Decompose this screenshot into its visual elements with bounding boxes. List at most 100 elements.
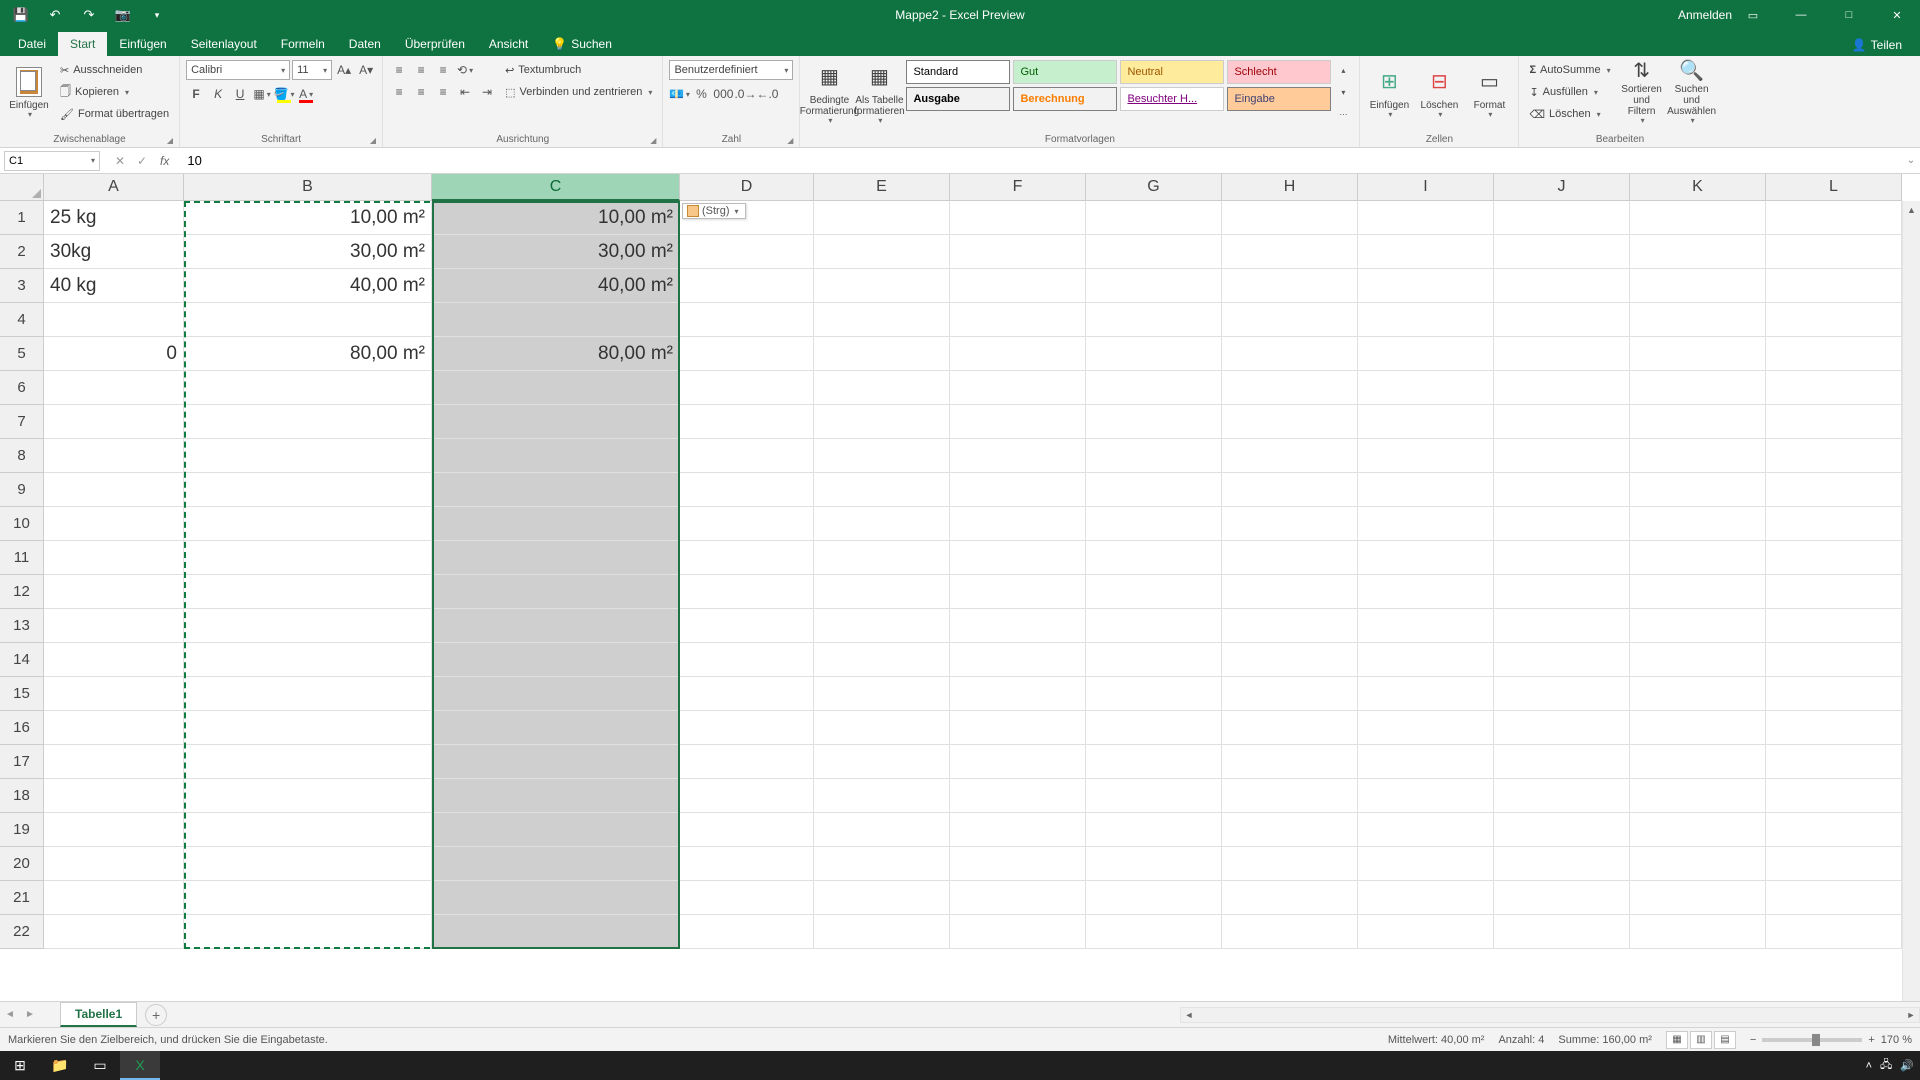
cell-F5[interactable] — [950, 337, 1086, 371]
cell-G5[interactable] — [1086, 337, 1222, 371]
cell-F21[interactable] — [950, 881, 1086, 915]
cell-B18[interactable] — [184, 779, 432, 813]
cell-E18[interactable] — [814, 779, 950, 813]
cell-L13[interactable] — [1766, 609, 1902, 643]
launcher-icon[interactable]: ◢ — [167, 136, 173, 145]
cell-C20[interactable] — [432, 847, 680, 881]
cell-C14[interactable] — [432, 643, 680, 677]
cell-I21[interactable] — [1358, 881, 1494, 915]
view-page-break-icon[interactable]: ▤ — [1714, 1031, 1736, 1049]
excel-taskbar-icon[interactable]: X — [120, 1051, 160, 1080]
cell-A18[interactable] — [44, 779, 184, 813]
cell-H8[interactable] — [1222, 439, 1358, 473]
cell-L11[interactable] — [1766, 541, 1902, 575]
cell-D16[interactable] — [680, 711, 814, 745]
cell-J2[interactable] — [1494, 235, 1630, 269]
tab-next-icon[interactable]: ► — [20, 1005, 40, 1025]
cell-G19[interactable] — [1086, 813, 1222, 847]
cell-D6[interactable] — [680, 371, 814, 405]
ribbon-tab-ansicht[interactable]: Ansicht — [477, 32, 540, 56]
cell-H22[interactable] — [1222, 915, 1358, 949]
ribbon-tab-start[interactable]: Start — [58, 32, 107, 56]
qat-more-icon[interactable]: ▾ — [146, 4, 168, 26]
cell-B9[interactable] — [184, 473, 432, 507]
cell-G2[interactable] — [1086, 235, 1222, 269]
cell-style-neutral[interactable]: Neutral — [1120, 60, 1224, 84]
row-header-14[interactable]: 14 — [0, 643, 44, 677]
cell-H18[interactable] — [1222, 779, 1358, 813]
col-header-H[interactable]: H — [1222, 174, 1358, 201]
cell-A21[interactable] — [44, 881, 184, 915]
cell-I9[interactable] — [1358, 473, 1494, 507]
cell-I3[interactable] — [1358, 269, 1494, 303]
cell-I8[interactable] — [1358, 439, 1494, 473]
cell-B11[interactable] — [184, 541, 432, 575]
paste-options-tag[interactable]: (Strg)▾ — [682, 203, 746, 219]
signin-button[interactable]: Anmelden — [1682, 0, 1728, 30]
tab-file[interactable]: Datei — [6, 32, 58, 56]
fill-button[interactable]: ↧Ausfüllen▾ — [1525, 82, 1614, 102]
cell-C19[interactable] — [432, 813, 680, 847]
cell-G21[interactable] — [1086, 881, 1222, 915]
cell-G11[interactable] — [1086, 541, 1222, 575]
close-icon[interactable]: ✕ — [1874, 0, 1920, 30]
ribbon-tab-seitenlayout[interactable]: Seitenlayout — [179, 32, 269, 56]
cell-D9[interactable] — [680, 473, 814, 507]
cell-G15[interactable] — [1086, 677, 1222, 711]
cell-F7[interactable] — [950, 405, 1086, 439]
cell-G18[interactable] — [1086, 779, 1222, 813]
format-as-table-button[interactable]: ▦Als Tabelle formatieren▾ — [856, 60, 902, 126]
redo-icon[interactable]: ↷ — [78, 4, 100, 26]
maximize-icon[interactable]: □ — [1826, 0, 1872, 30]
row-header-12[interactable]: 12 — [0, 575, 44, 609]
cell-L19[interactable] — [1766, 813, 1902, 847]
cell-F15[interactable] — [950, 677, 1086, 711]
cell-style-gut[interactable]: Gut — [1013, 60, 1117, 84]
cell-L9[interactable] — [1766, 473, 1902, 507]
cell-I10[interactable] — [1358, 507, 1494, 541]
cell-B15[interactable] — [184, 677, 432, 711]
scroll-left-icon[interactable]: ◄ — [1181, 1010, 1197, 1020]
cell-H12[interactable] — [1222, 575, 1358, 609]
font-color-button[interactable]: A▾ — [296, 84, 316, 104]
tell-me[interactable]: 💡 Suchen — [540, 32, 624, 56]
cell-A10[interactable] — [44, 507, 184, 541]
cell-B10[interactable] — [184, 507, 432, 541]
percent-icon[interactable]: % — [691, 84, 711, 104]
save-icon[interactable]: 💾 — [10, 4, 32, 26]
cell-A7[interactable] — [44, 405, 184, 439]
cell-H11[interactable] — [1222, 541, 1358, 575]
align-top-icon[interactable]: ≡ — [389, 60, 409, 80]
cell-I22[interactable] — [1358, 915, 1494, 949]
app-icon[interactable]: ▭ — [80, 1051, 120, 1080]
undo-icon[interactable]: ↶ — [44, 4, 66, 26]
cell-K18[interactable] — [1630, 779, 1766, 813]
cell-C10[interactable] — [432, 507, 680, 541]
cell-A8[interactable] — [44, 439, 184, 473]
cell-C15[interactable] — [432, 677, 680, 711]
cell-K22[interactable] — [1630, 915, 1766, 949]
cell-style-eingabe[interactable]: Eingabe — [1227, 87, 1331, 111]
cell-E22[interactable] — [814, 915, 950, 949]
cell-C3[interactable]: 40,00 m² — [432, 269, 680, 303]
cell-H21[interactable] — [1222, 881, 1358, 915]
gallery-more-icon[interactable]: ⋯ — [1333, 104, 1353, 124]
ribbon-tab-formeln[interactable]: Formeln — [269, 32, 337, 56]
cell-I19[interactable] — [1358, 813, 1494, 847]
col-header-I[interactable]: I — [1358, 174, 1494, 201]
cell-D20[interactable] — [680, 847, 814, 881]
find-select-button[interactable]: 🔍Suchen und Auswählen▾ — [1669, 60, 1715, 126]
cell-G10[interactable] — [1086, 507, 1222, 541]
cell-K4[interactable] — [1630, 303, 1766, 337]
align-left-icon[interactable]: ≡ — [389, 82, 409, 102]
cell-B1[interactable]: 10,00 m² — [184, 201, 432, 235]
conditional-formatting-button[interactable]: ▦Bedingte Formatierung▾ — [806, 60, 852, 126]
cell-F1[interactable] — [950, 201, 1086, 235]
cell-I16[interactable] — [1358, 711, 1494, 745]
row-header-19[interactable]: 19 — [0, 813, 44, 847]
cell-K10[interactable] — [1630, 507, 1766, 541]
cell-A20[interactable] — [44, 847, 184, 881]
cell-F18[interactable] — [950, 779, 1086, 813]
view-normal-icon[interactable]: ▦ — [1666, 1031, 1688, 1049]
cell-C8[interactable] — [432, 439, 680, 473]
